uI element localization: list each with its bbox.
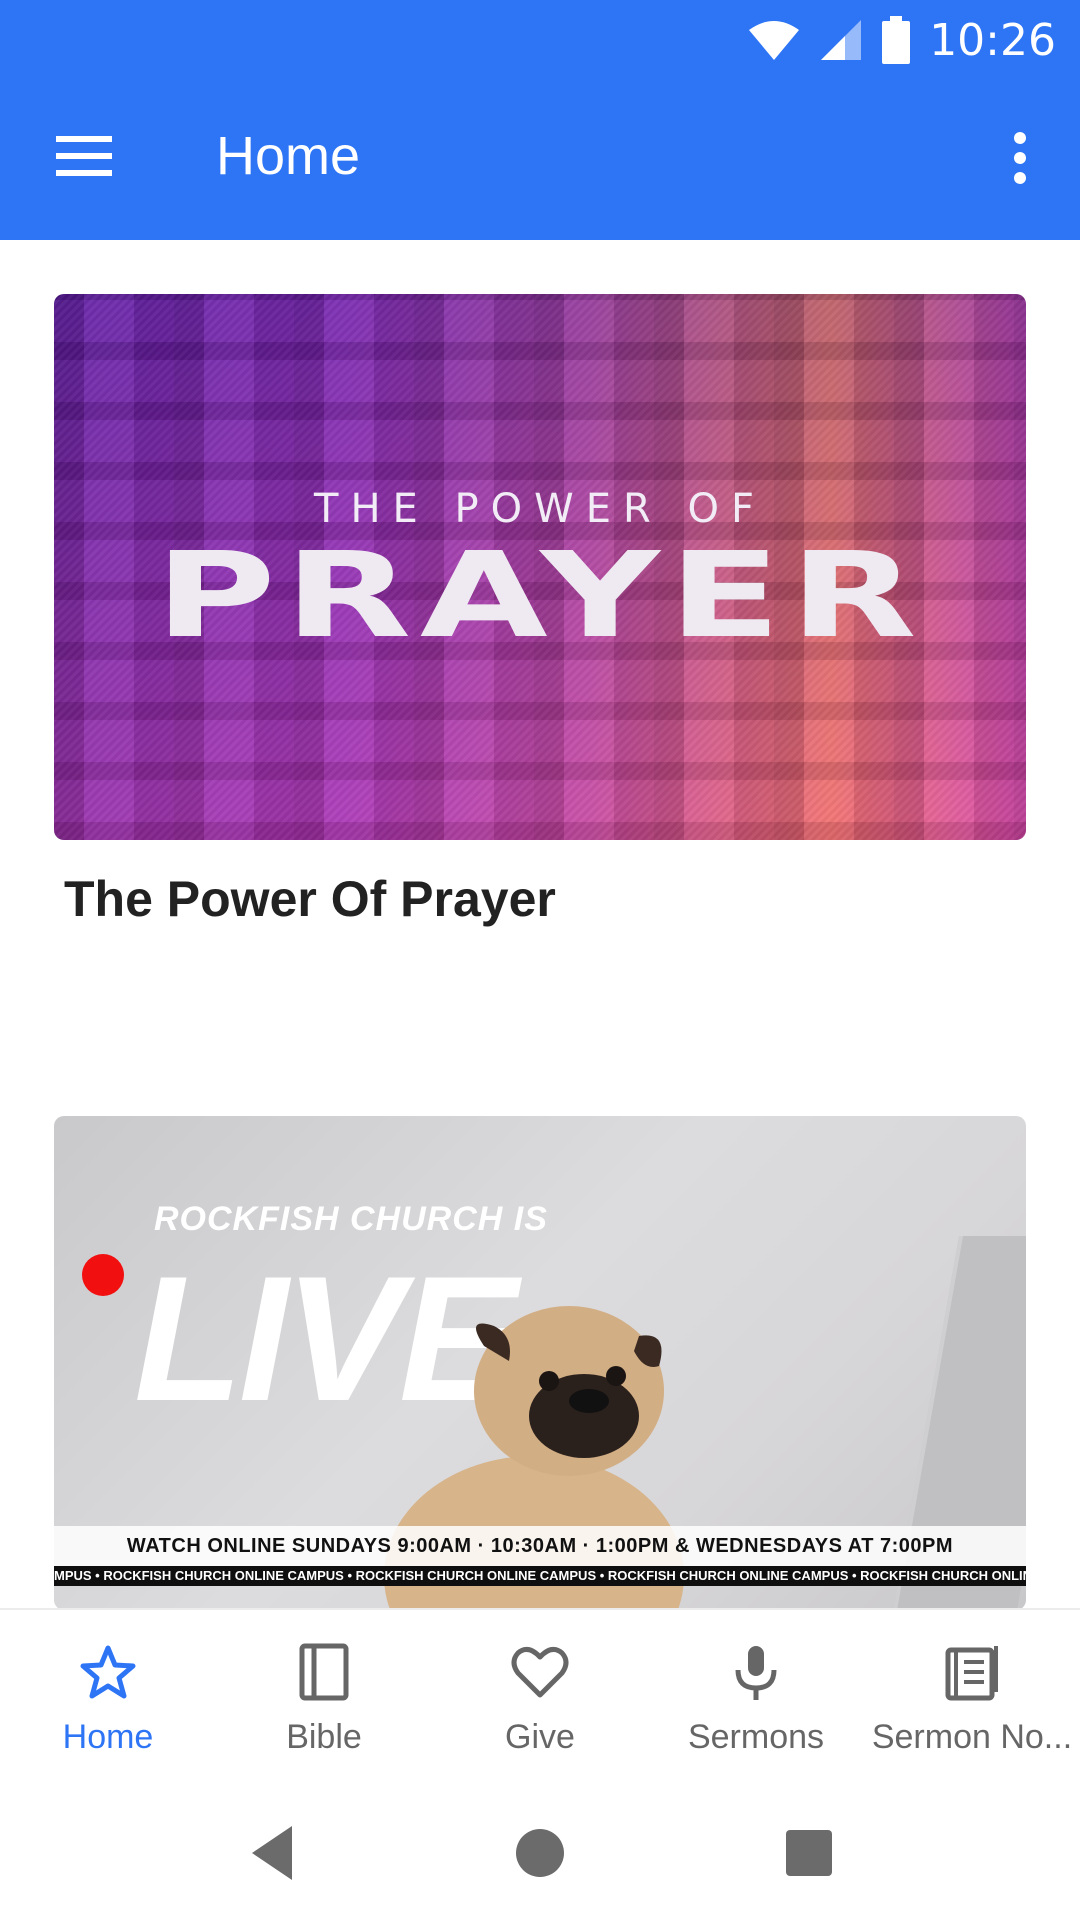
wifi-icon bbox=[749, 21, 800, 60]
microphone-icon bbox=[735, 1646, 777, 1700]
nav-item-give[interactable]: Give bbox=[432, 1610, 648, 1786]
content-feed: THE POWER OF PRAYER The Power Of Prayer … bbox=[0, 240, 1080, 1610]
star-icon bbox=[80, 1645, 136, 1699]
status-time: 10:26 bbox=[929, 14, 1056, 66]
battery-icon bbox=[882, 16, 911, 64]
more-options-icon[interactable] bbox=[1000, 128, 1040, 188]
nav-item-sermons[interactable]: Sermons bbox=[648, 1610, 864, 1786]
book-icon bbox=[299, 1643, 349, 1701]
image-title-text: PRAYER bbox=[154, 526, 926, 664]
status-bar: 10:26 bbox=[747, 10, 1056, 70]
live-stream-card-image[interactable]: ROCKFISH CHURCH IS LIVE WATCH ONLINE SUN… bbox=[54, 1116, 1026, 1610]
home-circle-icon[interactable] bbox=[505, 1818, 575, 1888]
hamburger-menu-icon[interactable] bbox=[50, 128, 120, 184]
sermon-series-card-image[interactable]: THE POWER OF PRAYER bbox=[54, 294, 1026, 840]
recents-square-icon[interactable] bbox=[774, 1818, 844, 1888]
notes-icon bbox=[945, 1646, 998, 1701]
bottom-navigation: Home Bible Give Sermons Sermon No... bbox=[0, 1608, 1080, 1786]
live-kicker-text: ROCKFISH CHURCH IS bbox=[154, 1200, 548, 1238]
app-bar: 10:26 Home bbox=[0, 0, 1080, 240]
live-indicator-dot bbox=[82, 1254, 124, 1296]
schedule-banner: WATCH ONLINE SUNDAYS 9:00AM · 10:30AM · … bbox=[54, 1526, 1026, 1566]
nav-label-bible: Bible bbox=[286, 1718, 362, 1756]
system-navigation-bar bbox=[0, 1784, 1080, 1920]
nav-label-sermons: Sermons bbox=[687, 1718, 825, 1756]
nav-label-give: Give bbox=[505, 1718, 575, 1756]
back-icon[interactable] bbox=[240, 1818, 310, 1888]
nav-item-sermon-notes[interactable]: Sermon No... bbox=[864, 1610, 1080, 1786]
nav-item-bible[interactable]: Bible bbox=[216, 1610, 432, 1786]
nav-item-home[interactable]: Home bbox=[0, 1610, 216, 1786]
card-title[interactable]: The Power Of Prayer bbox=[64, 870, 556, 928]
nav-label-sermon-notes: Sermon No... bbox=[871, 1718, 1073, 1756]
heart-icon bbox=[511, 1646, 569, 1698]
campus-ticker: MPUS • ROCKFISH CHURCH ONLINE CAMPUS • R… bbox=[54, 1566, 1026, 1586]
signal-icon bbox=[821, 20, 862, 60]
page-title: Home bbox=[216, 126, 361, 186]
nav-label-home: Home bbox=[62, 1718, 154, 1756]
